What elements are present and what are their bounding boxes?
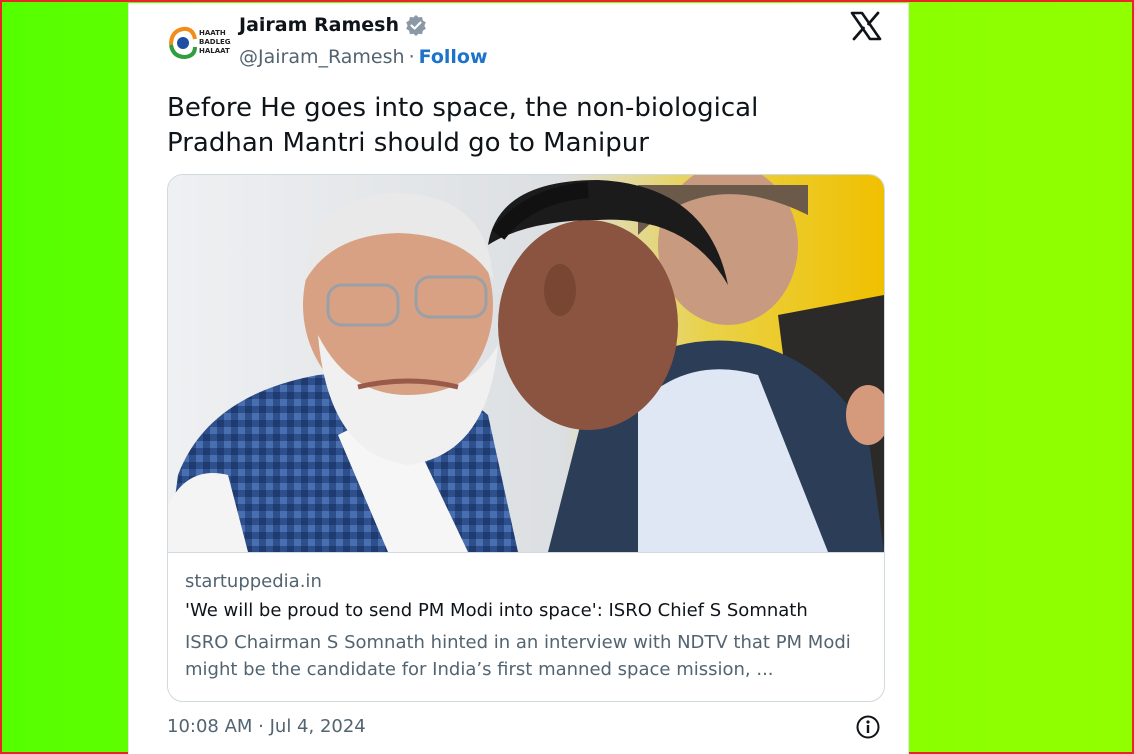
follow-button[interactable]: Follow: [419, 46, 488, 68]
link-title[interactable]: 'We will be proud to send PM Modi into s…: [185, 600, 808, 621]
tweet-text: Before He goes into space, the non-biolo…: [167, 93, 759, 158]
info-icon[interactable]: [855, 714, 881, 740]
svg-text:BADLEGA: BADLEGA: [199, 38, 231, 46]
handle[interactable]: @Jairam_Ramesh: [239, 46, 405, 68]
link-preview-image: [168, 175, 884, 552]
tweet-card: HAATH BADLEGA HALAAT Jairam Ramesh @Jair…: [128, 3, 909, 754]
tweet-timestamp[interactable]: 10:08 AM · Jul 4, 2024: [167, 716, 366, 737]
display-name-text[interactable]: Jairam Ramesh: [239, 14, 399, 36]
x-logo-icon[interactable]: [850, 10, 882, 42]
display-name[interactable]: Jairam Ramesh: [239, 14, 427, 36]
avatar[interactable]: HAATH BADLEGA HALAAT: [167, 19, 231, 65]
handle-row: @Jairam_Ramesh · Follow: [239, 46, 488, 68]
verified-badge-icon: [405, 14, 427, 36]
link-preview-card[interactable]: startuppedia.in 'We will be proud to sen…: [167, 174, 885, 702]
separator: ·: [408, 46, 415, 68]
svg-text:HAATH: HAATH: [199, 29, 226, 37]
link-description: ISRO Chairman S Somnath hinted in an int…: [185, 632, 851, 680]
link-preview-meta: startuppedia.in 'We will be proud to sen…: [168, 552, 884, 701]
svg-text:HALAAT: HALAAT: [199, 47, 230, 55]
link-domain[interactable]: startuppedia.in: [185, 571, 322, 592]
